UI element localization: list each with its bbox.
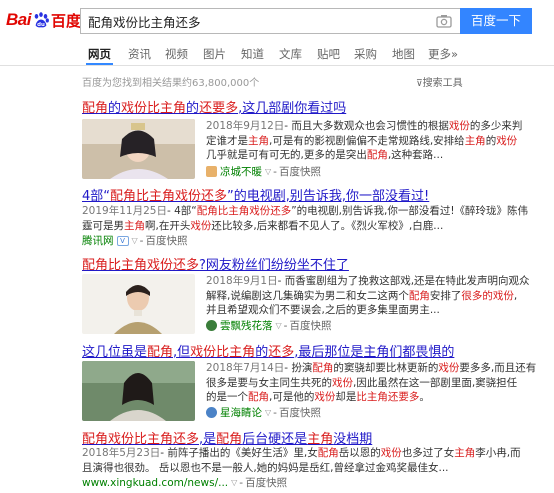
source-avatar-icon <box>206 320 217 331</box>
result-title-4[interactable]: 这几位虽是配角,但戏份比主角的还多,最后那位是主角们都畏惧的 <box>82 341 454 360</box>
search-tools-label: 搜索工具 <box>422 78 463 89</box>
dropdown-arrow-icon: ▽ <box>131 236 138 245</box>
result-source-5[interactable]: www.xingkuad.com/news/... ▽ - 百度快照 <box>82 475 287 490</box>
logo-bai-text: Bai <box>6 10 31 29</box>
separator: - <box>273 165 277 178</box>
svg-text:du: du <box>37 22 45 28</box>
result-count: 百度为您找到相关结果约63,800,000个 <box>82 78 260 89</box>
filter-icon: ⊽ <box>416 79 423 89</box>
result-thumbnail-1[interactable] <box>82 119 195 179</box>
result-title-5[interactable]: 配角戏份比主角还多,是配角后台硬还是主角没档期 <box>82 428 372 447</box>
dropdown-arrow-icon: ▽ <box>231 478 238 487</box>
result-thumbnail-4[interactable] <box>82 361 195 421</box>
search-box <box>80 8 460 34</box>
baidu-logo[interactable]: Bai du 百度 <box>6 9 81 31</box>
result-abstract-1: 2018年9月12日- 而且大多数观众也会习惯性的根据戏份的多少来判 定谁才是主… <box>206 120 523 161</box>
dropdown-arrow-icon: ▽ <box>275 321 282 330</box>
tab-zhidao[interactable]: 知道 <box>241 46 264 62</box>
logo-du-text: 百度 <box>50 11 81 30</box>
search-input[interactable] <box>81 9 429 33</box>
source-name: 星海睛论 <box>220 407 262 419</box>
tab-more[interactable]: 更多» <box>428 46 458 62</box>
search-tabs: 网页 资讯 视频 图片 知道 文库 贴吧 采购 地图 更多» <box>0 40 554 66</box>
tab-tieba[interactable]: 贴吧 <box>317 46 340 62</box>
result-title-1[interactable]: 配角的戏份比主角的还要多,这几部剧你看过吗 <box>82 97 346 116</box>
header: Bai du 百度 百度一下 <box>0 0 554 40</box>
search-button[interactable]: 百度一下 <box>460 8 532 34</box>
separator: - <box>139 234 144 247</box>
result-title-2[interactable]: 4部“配角比主角戏份还多”的电视剧,别告诉我,你一部没看过! <box>82 185 429 204</box>
active-tab-indicator <box>86 63 113 65</box>
source-name: 凉城不暖 <box>220 166 262 178</box>
result-abstract-5: 2018年5月23日- 前阵子播出的《美好生活》里,女配角岳以恩的戏份也多过了女… <box>82 447 521 474</box>
result-source-3[interactable]: 雲飘残花落 ▽ - 百度快照 <box>206 318 331 333</box>
result-source-1[interactable]: 凉城不暖 ▽ - 百度快照 <box>206 164 321 179</box>
snapshot-link[interactable]: 百度快照 <box>289 318 331 333</box>
separator: - <box>283 319 288 332</box>
tab-map[interactable]: 地图 <box>392 46 415 62</box>
source-avatar-icon <box>206 407 217 418</box>
tab-wenku[interactable]: 文库 <box>279 46 302 62</box>
tab-web[interactable]: 网页 <box>88 46 111 62</box>
source-avatar-icon <box>206 166 217 177</box>
tab-news[interactable]: 资讯 <box>128 46 151 62</box>
snapshot-link[interactable]: 百度快照 <box>279 405 321 420</box>
result-abstract-2: 2019年11月25日- 4部“配角比主角戏份还多”的电视剧,别告诉我,你一部没… <box>82 205 529 232</box>
result-source-4[interactable]: 星海睛论 ▽ - 百度快照 <box>206 405 321 420</box>
snapshot-link[interactable]: 百度快照 <box>245 475 287 490</box>
verified-badge-icon: V <box>116 235 129 246</box>
tab-images[interactable]: 图片 <box>203 46 226 62</box>
source-name: 腾讯网 <box>82 235 114 247</box>
snapshot-link[interactable]: 百度快照 <box>279 164 321 179</box>
result-thumbnail-3[interactable] <box>82 274 195 334</box>
tab-video[interactable]: 视频 <box>165 46 188 62</box>
snapshot-link[interactable]: 百度快照 <box>145 233 187 248</box>
result-abstract-3: 2018年9月1日- 而香蜜剧组为了挽救这部戏,还是在特此发声明向观众 解释,说… <box>206 275 530 316</box>
separator: - <box>273 406 277 419</box>
search-tools-button[interactable]: ⊽搜索工具 <box>416 74 463 89</box>
camera-icon[interactable] <box>436 14 452 28</box>
tab-caigou[interactable]: 采购 <box>354 46 377 62</box>
paw-icon: du <box>34 12 49 28</box>
source-name: 雲飘残花落 <box>220 320 273 332</box>
source-url: www.xingkuad.com/news/... <box>82 476 229 489</box>
result-title-3[interactable]: 配角比主角戏份还多?网友粉丝们纷纷坐不住了 <box>82 254 349 273</box>
separator: - <box>239 476 244 489</box>
dropdown-arrow-icon: ▽ <box>265 167 272 176</box>
result-abstract-4: 2018年7月14日- 扮演配角的窦骁却要比林更新的戏份要多多,而且还有 很多是… <box>206 362 537 403</box>
dropdown-arrow-icon: ▽ <box>265 408 272 417</box>
result-source-2[interactable]: 腾讯网 V ▽ - 百度快照 <box>82 233 187 248</box>
